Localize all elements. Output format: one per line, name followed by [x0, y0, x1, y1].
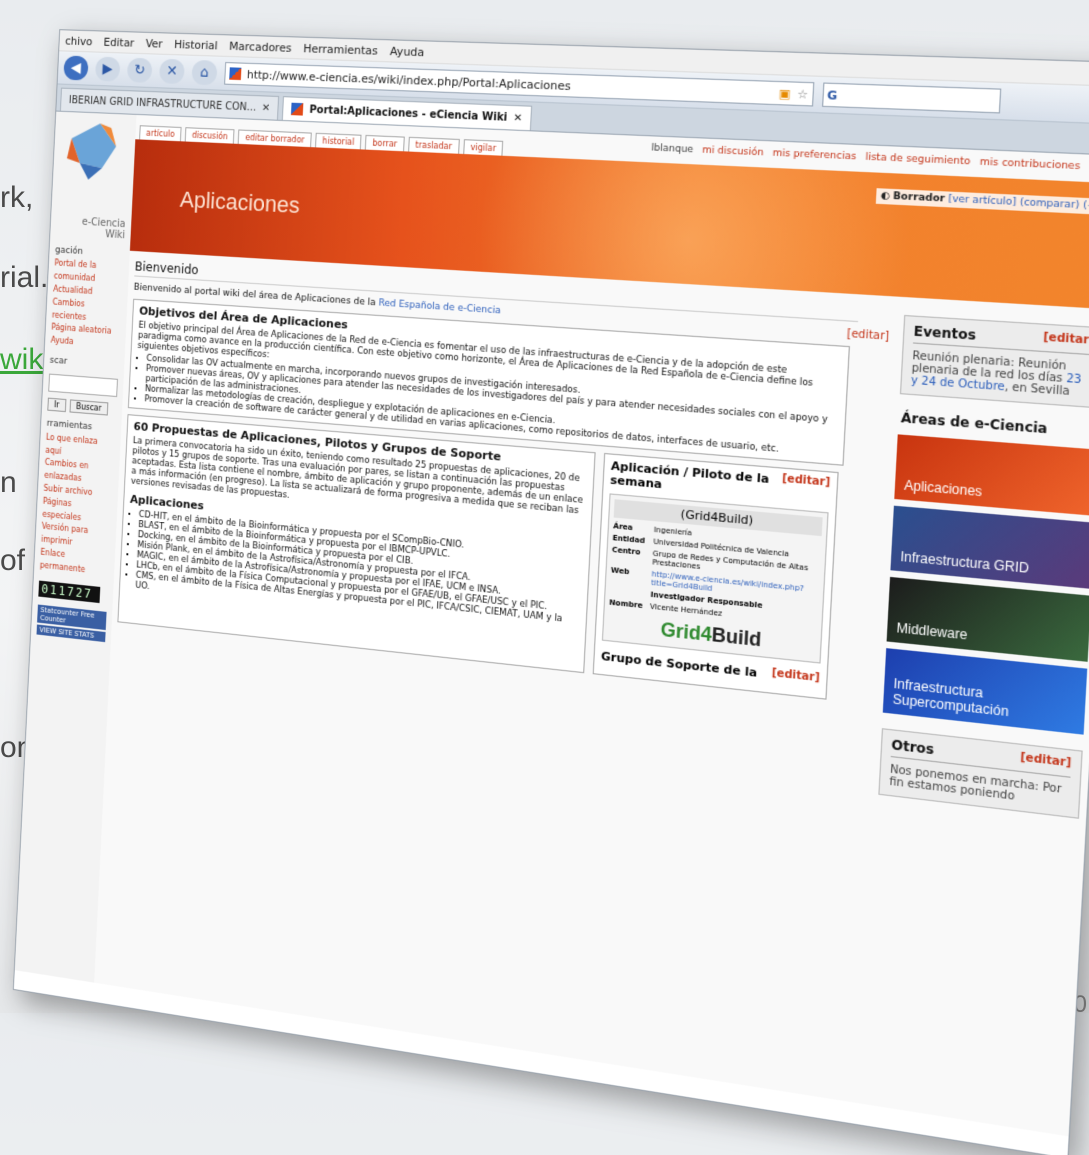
close-icon[interactable]: ✕	[513, 112, 522, 124]
navigation-portlet: gación Portal de la comunidad Actualidad…	[50, 243, 124, 352]
row-key: Entidad	[612, 533, 646, 546]
banner-title: Aplicaciones	[179, 186, 301, 219]
row-key	[610, 586, 647, 598]
menu-archivo[interactable]: chivo	[65, 34, 93, 48]
edit-link[interactable]: [editar]	[781, 473, 831, 506]
row-key: Nombre	[609, 598, 643, 611]
go-button[interactable]: Ir	[47, 397, 67, 413]
draft-icon: ◐	[880, 190, 891, 203]
back-arrow-icon[interactable]: ◀	[63, 55, 89, 81]
borrador-label: Borrador	[892, 191, 946, 205]
menu-editar[interactable]: Editar	[103, 35, 134, 49]
borrador-box: ◐ Borrador [ver artículo] (comparar) (+/…	[875, 188, 1089, 216]
sidebar-search-input[interactable]	[48, 373, 118, 398]
lower-row: 60 Propuestas de Aplicaciones, Pilotos y…	[117, 414, 839, 700]
search-button[interactable]: Buscar	[69, 399, 109, 416]
menu-marcadores[interactable]: Marcadores	[229, 39, 292, 54]
sidebar-item-permanente[interactable]: Enlace permanente	[40, 547, 110, 580]
logo-part-1: Grid4	[660, 618, 713, 646]
red-espanola-link[interactable]: Red Española de e-Ciencia	[378, 298, 501, 316]
tab-label: IBERIAN GRID INFRASTRUCTURE CON...	[68, 94, 257, 114]
eventos-box: Eventos [editar] Reunión plenaria: Reunió…	[899, 314, 1089, 409]
tab-label: Portal:Aplicaciones - eCiencia Wiki	[309, 103, 508, 124]
menu-historial[interactable]: Historial	[174, 37, 218, 52]
search-input[interactable]: G	[822, 82, 1002, 114]
stop-icon[interactable]: ✕	[158, 58, 185, 85]
site-favicon-icon	[229, 67, 242, 81]
address-url: http://www.e-ciencia.es/wiki/index.php/P…	[246, 67, 572, 93]
logo-text: e-Ciencia Wiki	[50, 215, 126, 242]
close-icon[interactable]: ✕	[262, 102, 271, 114]
row-key: Área	[612, 521, 634, 533]
grid4build-table: (Grid4Build) Área Ingeniería Entidad Unive…	[601, 493, 829, 664]
propuestas-box: 60 Propuestas de Aplicaciones, Pilotos y…	[117, 414, 596, 674]
visit-counter: 011727	[38, 580, 101, 603]
e-ciencia-logo-icon[interactable]	[59, 118, 123, 210]
browser-window: chivo Editar Ver Historial Marcadores He…	[12, 29, 1089, 1155]
row-key: Centro	[611, 545, 641, 557]
home-icon[interactable]: ⌂	[191, 59, 218, 86]
reload-icon[interactable]: ↻	[126, 57, 153, 83]
ver-articulo-link[interactable]: [ver artículo]	[948, 194, 1017, 209]
area-aplicaciones-tile[interactable]: Aplicaciones	[894, 434, 1089, 516]
area-grid-tile[interactable]: Infraestructura GRID	[890, 505, 1089, 589]
menu-herramientas[interactable]: Herramientas	[303, 41, 378, 57]
comparar-link[interactable]: (comparar)	[1019, 197, 1079, 211]
site-favicon-icon	[291, 102, 304, 116]
otros-box: Otros [editar] Nos ponemos en marcha: Por…	[878, 728, 1083, 819]
rss-icon[interactable]: ▣	[778, 86, 790, 101]
screenshot-stage: chivo Editar Ver Historial Marcadores He…	[0, 0, 1089, 1155]
search-engine-label: G	[826, 87, 838, 103]
menu-ver[interactable]: Ver	[145, 36, 163, 50]
user-link[interactable]: lblanque	[651, 143, 694, 156]
wiki-content: artículo discusión editar borrador histo…	[94, 115, 1089, 1136]
right-column: Eventos [editar] Reunión plenaria: Reunió…	[862, 314, 1089, 1135]
edit-link[interactable]: [editar]	[1043, 332, 1089, 351]
edit-link[interactable]: [editar]	[847, 328, 890, 343]
edit-link[interactable]: [editar]	[1020, 752, 1072, 774]
forward-arrow-icon[interactable]: ▶	[94, 56, 121, 82]
eventos-title: Eventos	[913, 323, 977, 344]
wiki-page: e-Ciencia Wiki gación Portal de la comun…	[14, 111, 1089, 1137]
piloto-box: Aplicación / Piloto de la semana [editar…	[592, 452, 839, 700]
logo-part-2: Build	[711, 623, 762, 651]
diff-link[interactable]: (+/-)	[1083, 200, 1089, 213]
otros-title: Otros	[890, 737, 935, 758]
area-middleware-tile[interactable]: Middleware	[886, 576, 1089, 662]
area-supercomputacion-tile[interactable]: Infraestructura Supercomputación	[882, 648, 1088, 735]
search-heading: scar	[49, 355, 68, 367]
bookmark-star-icon[interactable]: ☆	[797, 87, 809, 102]
row-key: Web	[610, 565, 630, 577]
edit-link[interactable]: [editar]	[771, 667, 820, 686]
menu-ayuda[interactable]: Ayuda	[390, 44, 425, 59]
tools-portlet: rramientas Lo que enlaza aquí Cambios en…	[40, 417, 116, 579]
